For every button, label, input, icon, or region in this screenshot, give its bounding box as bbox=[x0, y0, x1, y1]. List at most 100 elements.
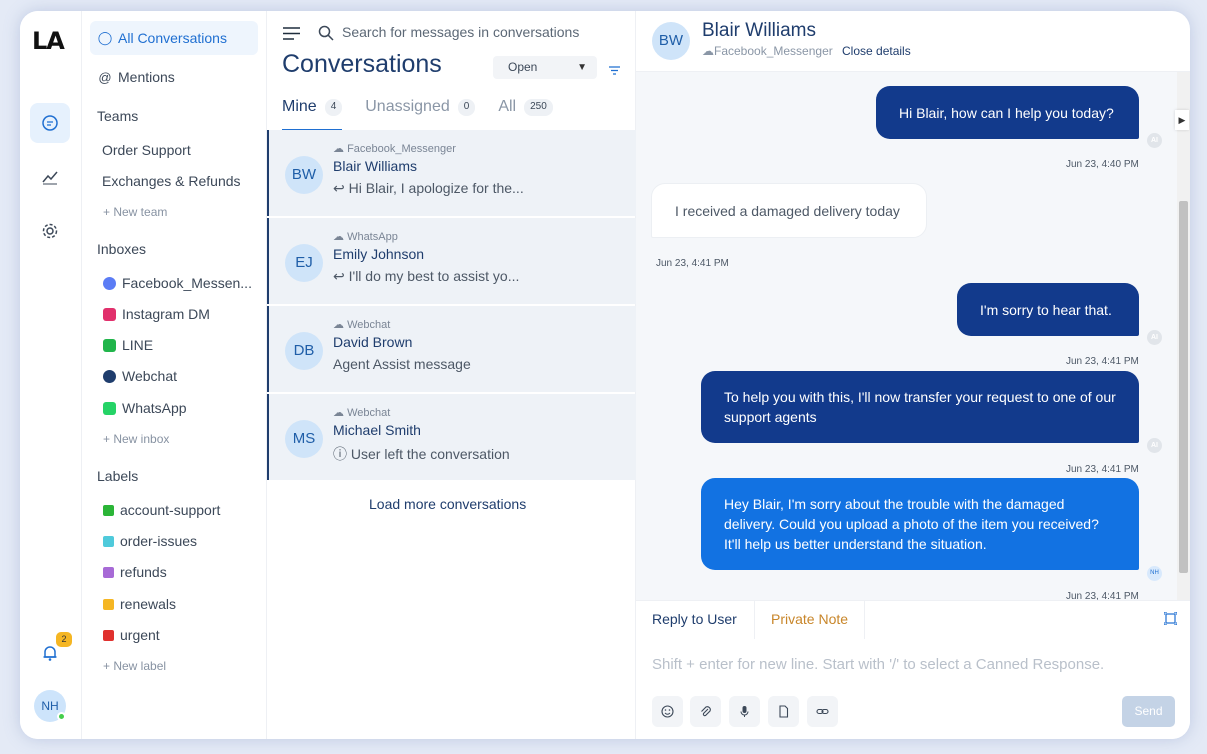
conversation-item[interactable]: EJ ☁ WhatsApp Emily Johnson ↩ I'll do my… bbox=[267, 218, 636, 304]
contact-avatar: BW bbox=[285, 156, 323, 194]
message-preview: ↩ Hi Blair, I apologize for the... bbox=[333, 180, 533, 197]
message-preview: Agent Assist message bbox=[333, 356, 471, 372]
webchat-icon bbox=[103, 369, 116, 383]
sidebar-item-mentions[interactable]: @ Mentions bbox=[90, 60, 258, 94]
message-bubble: Hi Blair, how can I help you today? bbox=[876, 86, 1139, 139]
sidebar-item-all-conversations[interactable]: ◯ All Conversations bbox=[90, 21, 258, 55]
tab-count-badge: 250 bbox=[524, 99, 553, 116]
page-title: Conversations bbox=[282, 50, 442, 78]
search-input[interactable] bbox=[342, 20, 602, 44]
contact-avatar: MS bbox=[285, 420, 323, 458]
label-color-swatch bbox=[103, 598, 114, 610]
info-icon: ⓘ bbox=[333, 446, 347, 462]
message-composer-input[interactable] bbox=[652, 653, 1172, 675]
message-preview: ⓘ User left the conversation bbox=[333, 444, 533, 464]
reply-arrow-icon: ↩ bbox=[333, 268, 345, 284]
tab-mine[interactable]: Mine 4 bbox=[282, 95, 343, 131]
message-bubble: I'm sorry to hear that. bbox=[957, 283, 1139, 336]
filter-icon[interactable] bbox=[609, 62, 620, 80]
emoji-icon[interactable] bbox=[652, 696, 683, 727]
sidebar-item-inbox[interactable]: Facebook_Messen... bbox=[103, 275, 263, 291]
conversation-item[interactable]: BW ☁ Facebook_Messenger Blair Williams ↩… bbox=[267, 130, 636, 216]
chat-panel: BW Blair Williams ☁Facebook_Messenger Cl… bbox=[636, 11, 1190, 739]
sidebar-item-label-tag[interactable]: order-issues bbox=[103, 533, 263, 549]
conversation-list-panel: Conversations Open ▼ Mine 4 Unassigned 0… bbox=[267, 11, 636, 739]
inboxes-heading: Inboxes bbox=[97, 241, 147, 257]
scrollbar-thumb[interactable] bbox=[1179, 201, 1188, 573]
tab-private-note[interactable]: Private Note bbox=[754, 601, 866, 639]
send-button[interactable]: Send bbox=[1122, 696, 1175, 727]
sidebar-item-label-tag[interactable]: refunds bbox=[103, 564, 263, 580]
sidebar-item-inbox[interactable]: Webchat bbox=[103, 368, 263, 384]
message-timestamp: Jun 23, 4:41 PM bbox=[656, 258, 729, 269]
settings-gear-icon[interactable] bbox=[30, 211, 70, 251]
sidebar-item-label-tag[interactable]: urgent bbox=[103, 627, 263, 643]
label-name: urgent bbox=[120, 627, 160, 643]
reports-nav-icon[interactable] bbox=[30, 157, 70, 197]
contact-avatar: DB bbox=[285, 332, 323, 370]
label-name: account-support bbox=[120, 502, 221, 518]
attachment-paperclip-icon[interactable] bbox=[690, 696, 721, 727]
new-label-link[interactable]: + New label bbox=[103, 659, 166, 673]
document-icon[interactable] bbox=[768, 696, 799, 727]
panel-expand-chevron-icon[interactable]: ▶ bbox=[1175, 110, 1189, 130]
agent-sender-badge: NH bbox=[1147, 566, 1162, 581]
app-logo: LA bbox=[32, 27, 65, 55]
secondary-sidebar: ◯ All Conversations @ Mentions Teams Ord… bbox=[82, 11, 267, 739]
tab-all[interactable]: All 250 bbox=[498, 95, 553, 131]
reply-box: Reply to User Private Note Send bbox=[636, 600, 1190, 739]
sidebar-item-inbox[interactable]: Instagram DM bbox=[103, 306, 263, 322]
new-inbox-link[interactable]: + New inbox bbox=[103, 432, 169, 446]
inbox-label: LINE bbox=[122, 337, 154, 353]
message-bubble: To help you with this, I'll now transfer… bbox=[701, 371, 1139, 443]
conversation-item[interactable]: DB ☁ Webchat David Brown Agent Assist me… bbox=[267, 306, 636, 392]
menu-toggle-icon[interactable] bbox=[283, 27, 300, 45]
source-label: Facebook_Messenger bbox=[347, 143, 456, 155]
sidebar-item-team[interactable]: Exchanges & Refunds bbox=[102, 173, 241, 189]
message-thread: Hi Blair, how can I help you today? AI J… bbox=[636, 72, 1177, 600]
conversation-source: ☁ Facebook_Messenger bbox=[333, 143, 456, 155]
expand-icon[interactable] bbox=[1163, 611, 1178, 630]
inbox-label: WhatsApp bbox=[122, 400, 187, 416]
inbox-label: Facebook_Messen... bbox=[122, 275, 252, 291]
close-details-link[interactable]: Close details bbox=[842, 44, 911, 58]
conversations-nav-icon[interactable] bbox=[30, 103, 70, 143]
contact-name: Michael Smith bbox=[333, 422, 421, 438]
sidebar-item-label: Mentions bbox=[118, 69, 175, 85]
sidebar-item-team[interactable]: Order Support bbox=[102, 142, 191, 158]
inbox-label: Instagram DM bbox=[122, 306, 210, 322]
ai-sender-badge: AI bbox=[1147, 133, 1162, 148]
sidebar-item-label: All Conversations bbox=[118, 30, 227, 46]
load-more-button[interactable]: Load more conversations bbox=[369, 496, 526, 512]
ai-sender-badge: AI bbox=[1147, 330, 1162, 345]
sidebar-item-inbox[interactable]: LINE bbox=[103, 337, 263, 353]
conversation-item[interactable]: MS ☁ Webchat Michael Smith ⓘ User left t… bbox=[267, 394, 636, 480]
chat-header: BW Blair Williams ☁Facebook_Messenger Cl… bbox=[636, 11, 1190, 72]
contact-name: Emily Johnson bbox=[333, 246, 425, 262]
inbox-label: Webchat bbox=[122, 368, 177, 384]
sidebar-item-label-tag[interactable]: renewals bbox=[103, 596, 263, 612]
tab-unassigned[interactable]: Unassigned 0 bbox=[365, 95, 476, 131]
contact-name: David Brown bbox=[333, 334, 413, 350]
sidebar-item-label-tag[interactable]: account-support bbox=[103, 502, 263, 518]
whatsapp-icon bbox=[103, 401, 116, 415]
line-icon bbox=[103, 338, 116, 352]
status-filter-select[interactable]: Open ▼ bbox=[493, 56, 597, 79]
link-icon[interactable] bbox=[807, 696, 838, 727]
message-timestamp: Jun 23, 4:41 PM bbox=[1066, 591, 1139, 600]
tab-reply-to-user[interactable]: Reply to User bbox=[636, 601, 753, 639]
tab-label: All bbox=[498, 98, 517, 115]
search-icon bbox=[318, 25, 334, 46]
tab-count-badge: 0 bbox=[457, 99, 476, 116]
contact-name: Blair Williams bbox=[702, 20, 816, 41]
conversation-source: ☁ Webchat bbox=[333, 407, 391, 419]
microphone-icon[interactable] bbox=[729, 696, 760, 727]
app-window: LA 2 NH ◯ All Conversations @ Mentions T… bbox=[20, 11, 1190, 739]
contact-avatar: BW bbox=[652, 22, 690, 60]
at-sign-icon: @ bbox=[98, 69, 112, 85]
icon-rail: LA 2 NH bbox=[20, 11, 82, 739]
label-name: order-issues bbox=[120, 533, 198, 549]
label-color-swatch bbox=[103, 504, 114, 516]
sidebar-item-inbox[interactable]: WhatsApp bbox=[103, 400, 263, 416]
new-team-link[interactable]: + New team bbox=[103, 205, 167, 219]
